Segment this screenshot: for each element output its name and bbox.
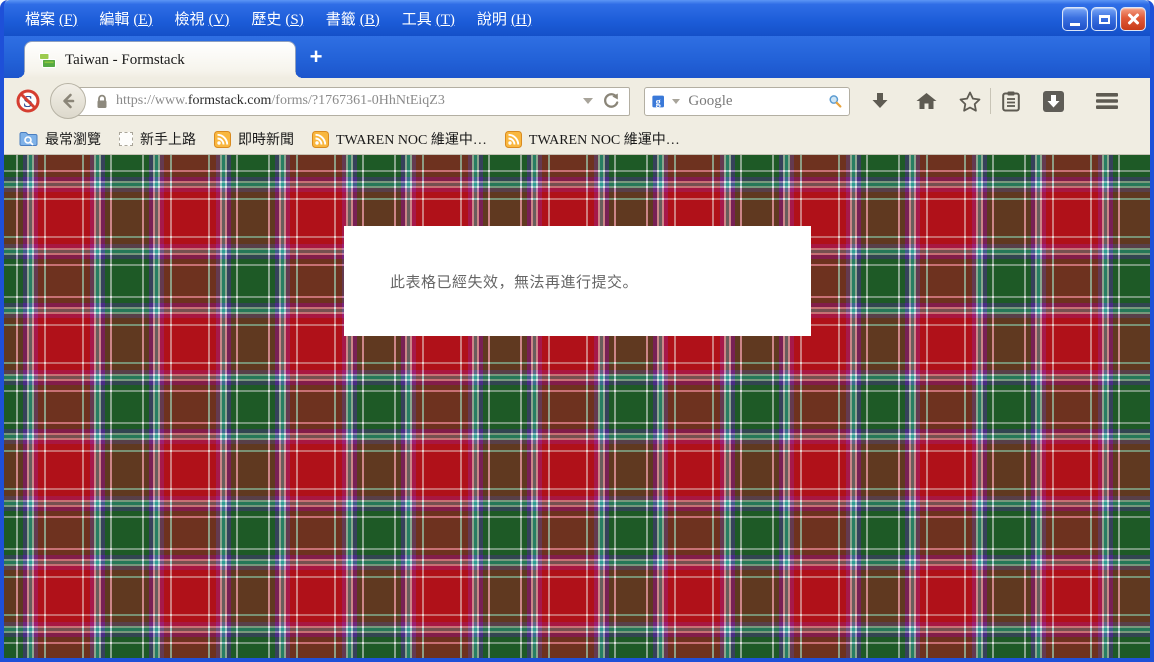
- form-expired-message: 此表格已經失效，無法再進行提交。: [390, 271, 638, 292]
- back-arrow-icon: [59, 92, 77, 110]
- home-button[interactable]: [912, 87, 940, 115]
- url-domain: formstack.com: [188, 93, 272, 108]
- url-path: /forms/?1767361-0HhNtEiqZ3: [271, 93, 444, 108]
- url-scheme: https://www.: [116, 93, 188, 108]
- url-bar[interactable]: https://www.formstack.com/forms/?1767361…: [70, 87, 630, 116]
- bookmarks-toolbar: 最常瀏覽 新手上路 即時新聞 TWAREN NOC 維運中…: [4, 124, 1150, 155]
- reload-icon[interactable]: [601, 91, 621, 111]
- menu-view[interactable]: 檢視(V): [164, 4, 241, 33]
- svg-text:g: g: [656, 97, 661, 108]
- new-tab-button[interactable]: +: [303, 45, 329, 70]
- home-icon: [915, 90, 938, 112]
- close-icon: [1126, 12, 1140, 26]
- tab-title: Taiwan - Formstack: [65, 52, 185, 69]
- menu-button[interactable]: [1093, 87, 1121, 115]
- bookmark-most-visited[interactable]: 最常瀏覽: [12, 127, 108, 151]
- star-icon: [958, 90, 982, 113]
- noscript-icon[interactable]: S: [16, 89, 40, 113]
- download-arrow-icon: [869, 90, 891, 112]
- search-input[interactable]: [688, 93, 822, 110]
- lock-icon: [95, 94, 109, 109]
- page-content-tartan-background: 此表格已經失效，無法再進行提交。: [4, 155, 1150, 658]
- search-engine-dropdown-icon[interactable]: [672, 99, 680, 104]
- menu-edit[interactable]: 編輯(E): [88, 4, 163, 33]
- maximize-icon: [1099, 15, 1110, 24]
- quick-download-button[interactable]: [1039, 87, 1067, 115]
- bookmark-twaren-noc-1[interactable]: TWAREN NOC 維運中…: [305, 127, 494, 151]
- maximize-button[interactable]: [1091, 7, 1117, 31]
- bookmark-twaren-noc-2[interactable]: TWAREN NOC 維運中…: [498, 127, 687, 151]
- formstack-favicon-icon: [39, 52, 56, 69]
- google-favicon-icon: g: [652, 93, 664, 110]
- tab-strip: Taiwan - Formstack +: [4, 36, 1150, 78]
- menu-bar: 檔案(F) 編輯(E) 檢視(V) 歷史(S) 書籤(B) 工具(T) 說明(H…: [4, 0, 1150, 36]
- tab-taiwan-formstack[interactable]: Taiwan - Formstack: [24, 41, 296, 78]
- close-button[interactable]: [1120, 7, 1146, 31]
- minimize-button[interactable]: [1062, 7, 1088, 31]
- search-bar[interactable]: g: [644, 87, 850, 116]
- rss-icon: [312, 131, 329, 148]
- downloads-button[interactable]: [866, 87, 894, 115]
- rss-icon: [214, 131, 231, 148]
- search-magnifier-icon[interactable]: [828, 91, 843, 111]
- menu-history[interactable]: 歷史(S): [240, 4, 314, 33]
- quick-download-icon: [1042, 90, 1065, 113]
- bookmark-star-button[interactable]: [956, 87, 984, 115]
- form-expired-message-box: 此表格已經失效，無法再進行提交。: [344, 226, 811, 336]
- navigation-toolbar: S https://www.formstack.com/forms/?17673…: [4, 78, 1150, 124]
- browser-window: 檔案(F) 編輯(E) 檢視(V) 歷史(S) 書籤(B) 工具(T) 說明(H…: [0, 0, 1154, 662]
- menu-tools[interactable]: 工具(T): [391, 4, 466, 33]
- default-page-icon: [119, 132, 133, 146]
- toolbar-separator: [990, 88, 991, 114]
- minimize-icon: [1070, 23, 1080, 26]
- menu-file[interactable]: 檔案(F): [14, 4, 88, 33]
- show-bookmarks-button[interactable]: [997, 87, 1025, 115]
- url-text: https://www.formstack.com/forms/?1767361…: [116, 93, 575, 109]
- bookmark-getting-started[interactable]: 新手上路: [112, 127, 203, 151]
- smart-folder-icon: [19, 131, 38, 147]
- clipboard-icon: [1000, 90, 1022, 113]
- window-controls: [1062, 7, 1146, 31]
- menu-bookmarks[interactable]: 書籤(B): [315, 4, 391, 33]
- rss-icon: [505, 131, 522, 148]
- back-button[interactable]: [50, 83, 86, 119]
- bookmark-latest-news[interactable]: 即時新聞: [207, 127, 301, 151]
- hamburger-icon: [1094, 91, 1120, 111]
- url-dropdown-icon[interactable]: [583, 98, 593, 104]
- menu-help[interactable]: 說明(H): [466, 4, 543, 33]
